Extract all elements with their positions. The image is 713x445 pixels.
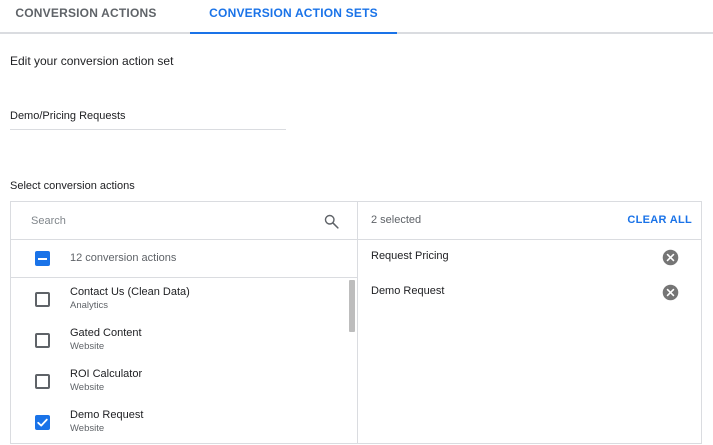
conversion-action-list[interactable]: Contact Us (Clean Data) Analytics Gated … (11, 278, 357, 443)
remove-icon[interactable] (662, 249, 679, 266)
selected-item-label: Demo Request (371, 285, 445, 297)
select-all-row[interactable]: 12 conversion actions (11, 240, 357, 278)
item-checkbox-checked[interactable] (35, 415, 50, 430)
item-title: Contact Us (Clean Data) (70, 286, 190, 298)
list-scrollbar[interactable] (349, 280, 355, 332)
tab-label: CONVERSION ACTION SETS (209, 6, 378, 20)
item-source: Website (70, 382, 105, 393)
item-title: Demo Request (70, 409, 144, 421)
tab-conversion-action-sets[interactable]: CONVERSION ACTION SETS (190, 0, 397, 34)
checkmark-icon (37, 418, 48, 427)
selected-header: 2 selected CLEAR ALL (358, 202, 702, 240)
list-item[interactable]: Demo Request Website (11, 401, 357, 442)
selected-item-label: Request Pricing (371, 250, 449, 262)
tab-bar: CONVERSION ACTIONS CONVERSION ACTION SET… (0, 0, 713, 34)
conversion-action-count: 12 conversion actions (70, 252, 177, 264)
page-heading: Edit your conversion action set (10, 54, 174, 68)
item-source: Website (70, 341, 105, 352)
select-all-checkbox[interactable] (35, 251, 50, 266)
tab-conversion-actions[interactable]: CONVERSION ACTIONS (0, 0, 172, 32)
item-checkbox[interactable] (35, 374, 50, 389)
conversion-picker: 12 conversion actions Contact Us (Clean … (10, 201, 702, 444)
search-icon[interactable] (323, 213, 340, 230)
item-source: Website (70, 423, 105, 434)
selected-item: Request Pricing (358, 240, 702, 274)
list-item[interactable]: Gated Content Website (11, 319, 357, 360)
list-item[interactable]: ROI Calculator Website (11, 360, 357, 401)
search-bar (11, 202, 357, 240)
item-title: ROI Calculator (70, 368, 143, 380)
item-checkbox[interactable] (35, 292, 50, 307)
selected-actions-pane: 2 selected CLEAR ALL Request Pricing Dem… (357, 202, 702, 443)
search-input[interactable] (31, 212, 311, 230)
available-actions-pane: 12 conversion actions Contact Us (Clean … (11, 202, 357, 443)
clear-all-button[interactable]: CLEAR ALL (627, 214, 692, 226)
selected-item: Demo Request (358, 275, 702, 309)
remove-icon[interactable] (662, 284, 679, 301)
select-actions-label: Select conversion actions (10, 180, 135, 192)
item-title: Gated Content (70, 327, 142, 339)
selected-count: 2 selected (371, 214, 422, 226)
item-source: Analytics (70, 300, 109, 311)
set-name-input[interactable] (10, 106, 286, 130)
list-item[interactable]: Contact Us (Clean Data) Analytics (11, 278, 357, 319)
active-tab-indicator (190, 32, 397, 34)
item-checkbox[interactable] (35, 333, 50, 348)
